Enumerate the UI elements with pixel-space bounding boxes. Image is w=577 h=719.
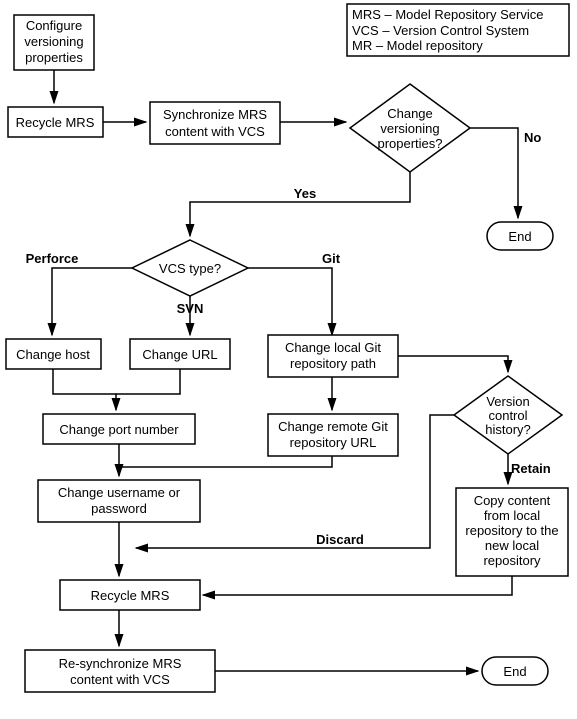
svg-text:Change host: Change host: [16, 347, 90, 362]
svg-text:Change: Change: [387, 106, 433, 121]
node-change-port: Change port number: [43, 414, 195, 444]
svg-text:End: End: [503, 664, 526, 679]
label-git: Git: [322, 251, 341, 266]
svg-text:password: password: [91, 501, 147, 516]
label-yes: Yes: [294, 186, 316, 201]
svg-text:Change local Git: Change local Git: [285, 340, 381, 355]
svg-text:versioning: versioning: [24, 34, 83, 49]
legend-box: MRS – Model Repository Service VCS – Ver…: [347, 4, 569, 56]
label-discard: Discard: [316, 532, 364, 547]
svg-text:Copy content: Copy content: [474, 493, 551, 508]
svg-text:control: control: [488, 408, 527, 423]
svg-text:Configure: Configure: [26, 18, 82, 33]
label-perforce: Perforce: [26, 251, 79, 266]
svg-text:Synchronize MRS: Synchronize MRS: [163, 107, 267, 122]
svg-text:content with VCS: content with VCS: [70, 672, 170, 687]
svg-text:Change URL: Change URL: [142, 347, 217, 362]
svg-text:versioning: versioning: [380, 121, 439, 136]
svg-text:End: End: [508, 229, 531, 244]
svg-text:properties: properties: [25, 50, 83, 65]
label-no: No: [524, 130, 541, 145]
node-change-user: Change username or password: [38, 480, 200, 522]
node-q-change-properties: Change versioning properties?: [350, 84, 470, 172]
flowchart-diagram: MRS – Model Repository Service VCS – Ver…: [0, 0, 577, 719]
node-recycle-mrs-1: Recycle MRS: [8, 107, 103, 137]
node-resync: Re-synchronize MRS content with VCS: [25, 650, 215, 692]
svg-text:Change port number: Change port number: [59, 422, 179, 437]
svg-text:content with VCS: content with VCS: [165, 124, 265, 139]
svg-text:Re-synchronize MRS: Re-synchronize MRS: [59, 656, 182, 671]
node-configure: Configure versioning properties: [14, 15, 94, 70]
node-end-2: End: [482, 657, 548, 685]
svg-text:properties?: properties?: [377, 136, 442, 151]
node-sync: Synchronize MRS content with VCS: [150, 102, 280, 144]
node-end-1: End: [487, 222, 553, 250]
svg-text:repository to the: repository to the: [465, 523, 558, 538]
svg-text:from local: from local: [484, 508, 540, 523]
svg-text:repository URL: repository URL: [290, 435, 377, 450]
svg-text:repository: repository: [483, 553, 541, 568]
svg-text:Change remote Git: Change remote Git: [278, 419, 388, 434]
node-copy-content: Copy content from local repository to th…: [456, 488, 568, 576]
node-recycle-mrs-2: Recycle MRS: [60, 580, 200, 610]
node-q-history: Version control history?: [454, 376, 562, 454]
legend-line-1: MRS – Model Repository Service: [352, 7, 543, 22]
node-change-url: Change URL: [130, 339, 230, 369]
svg-text:Version: Version: [486, 394, 529, 409]
node-change-remote-git: Change remote Git repository URL: [268, 414, 398, 456]
svg-text:Recycle MRS: Recycle MRS: [16, 115, 95, 130]
node-q-vcs-type: VCS type?: [132, 240, 248, 296]
svg-text:history?: history?: [485, 422, 531, 437]
node-change-host: Change host: [6, 339, 101, 369]
label-retain: Retain: [511, 461, 551, 476]
node-change-local-git: Change local Git repository path: [268, 335, 398, 377]
svg-text:VCS type?: VCS type?: [159, 261, 221, 276]
svg-text:repository path: repository path: [290, 356, 376, 371]
legend-line-2: VCS – Version Control System: [352, 23, 529, 38]
svg-text:Change username or: Change username or: [58, 485, 181, 500]
label-svn: SVN: [177, 301, 204, 316]
svg-text:new local: new local: [485, 538, 539, 553]
svg-text:Recycle MRS: Recycle MRS: [91, 588, 170, 603]
legend-line-3: MR – Model repository: [352, 38, 483, 53]
